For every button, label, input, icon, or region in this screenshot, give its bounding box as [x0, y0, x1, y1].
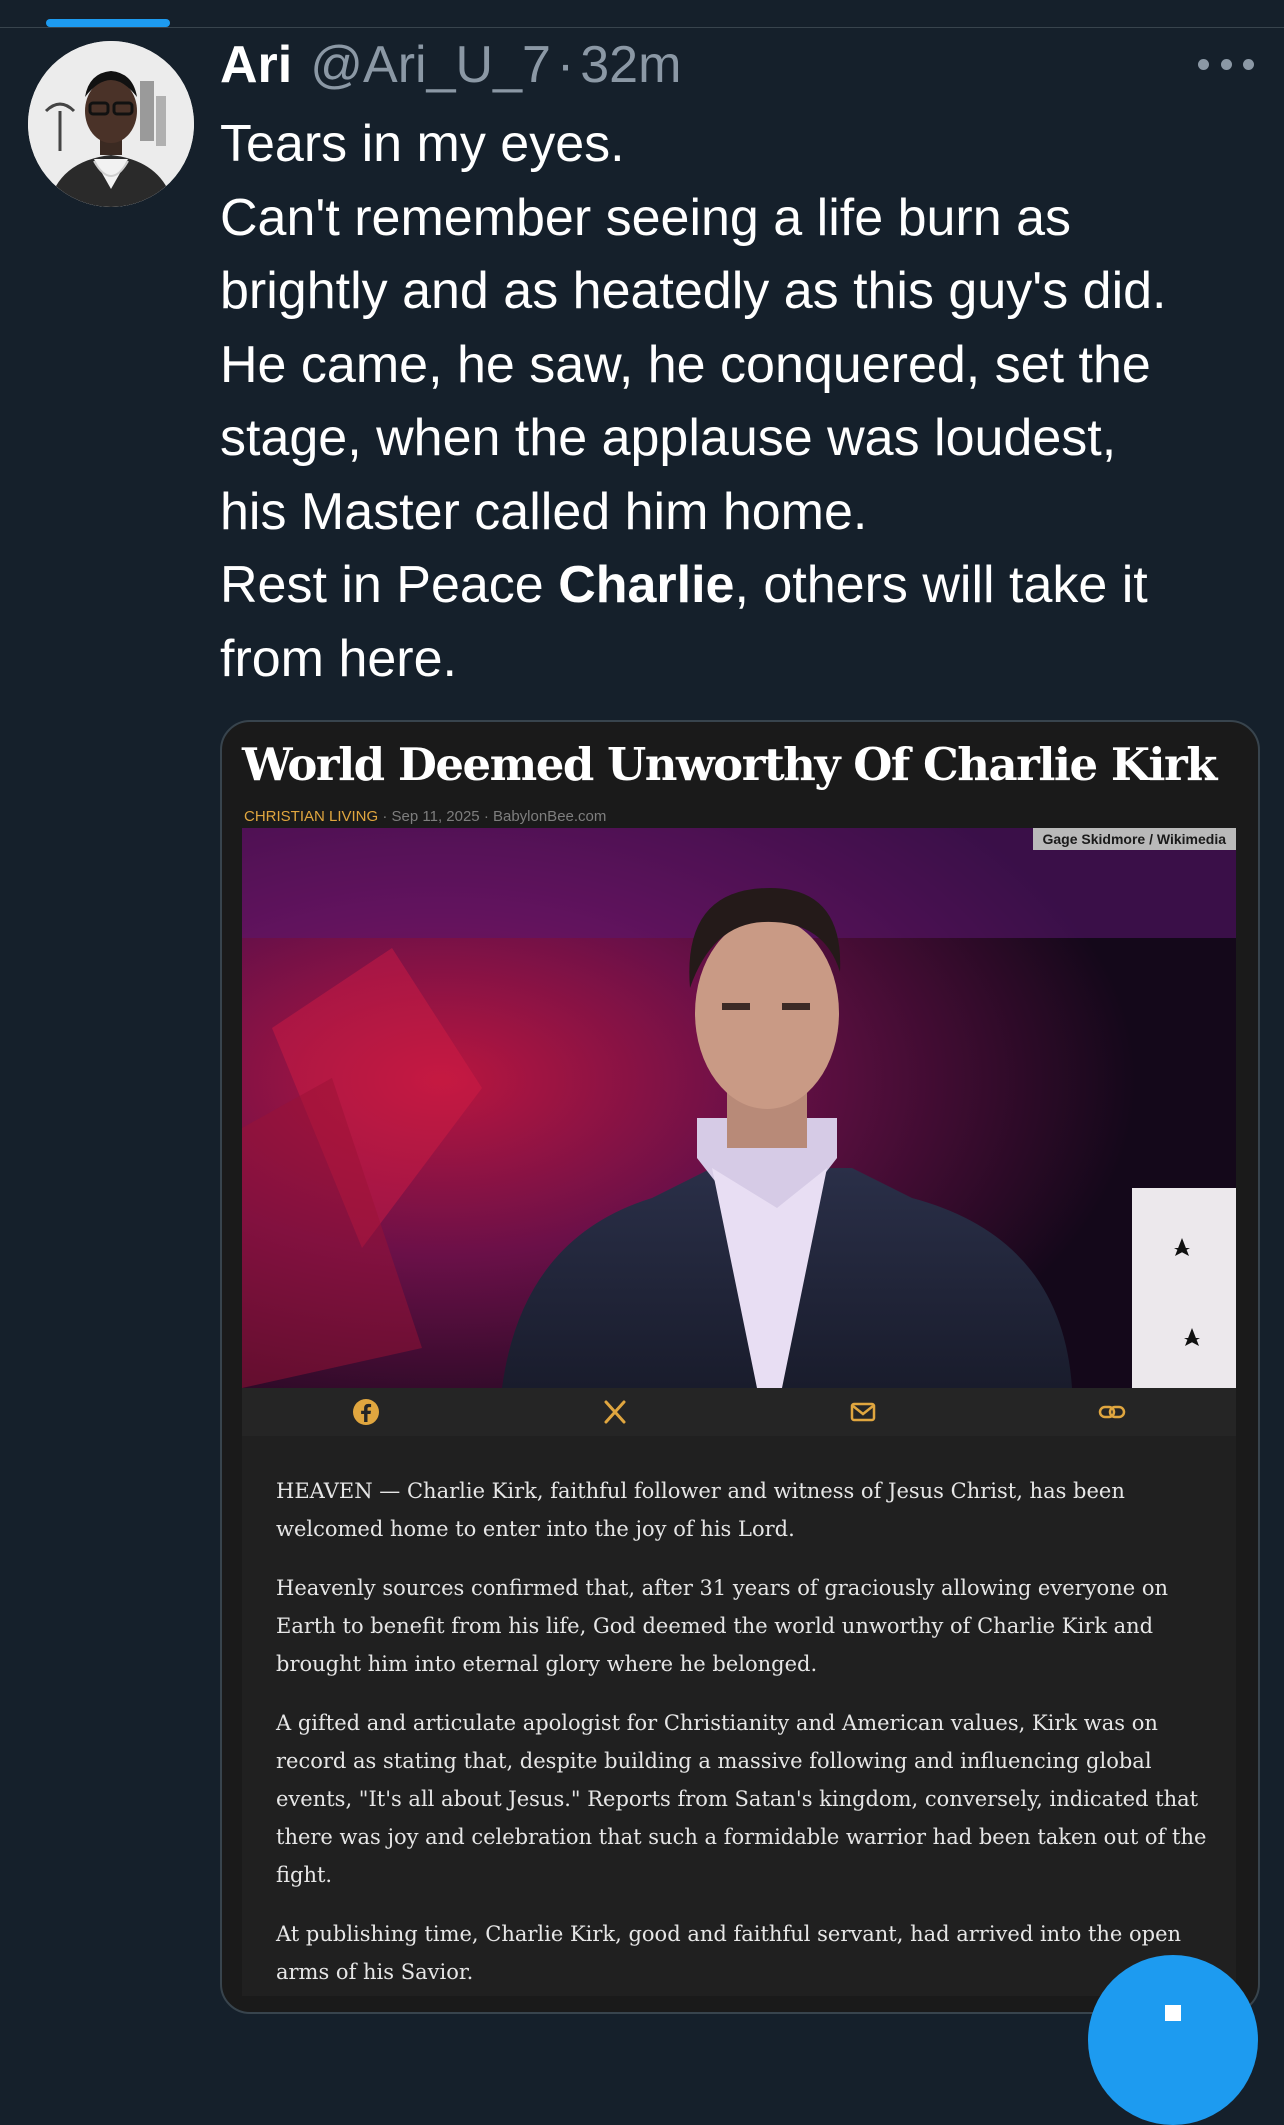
- article-photo: Gage Skidmore / Wikimedia: [242, 828, 1236, 1388]
- more-dot: [1198, 58, 1209, 70]
- article-headline: World Deemed Unworthy Of Charlie Kirk: [242, 738, 1217, 791]
- article-meta: CHRISTIAN LIVING · Sep 11, 2025 · Babylo…: [244, 808, 606, 825]
- article-line: brought him into eternal glory where he …: [276, 1652, 818, 1676]
- tweet-line: Tears in my eyes.: [220, 115, 625, 173]
- article-paragraph: Heavenly sources confirmed that, after 3…: [276, 1569, 1226, 1683]
- article-paragraph: HEAVEN — Charlie Kirk, faithful follower…: [276, 1472, 1226, 1548]
- article-line: At publishing time, Charlie Kirk, good a…: [276, 1922, 1182, 1946]
- tweet-line: from here.: [220, 629, 457, 688]
- article-line: fight.: [276, 1863, 333, 1887]
- article-paragraph: A gifted and articulate apologist for Ch…: [276, 1704, 1226, 1894]
- article-category: CHRISTIAN LIVING: [244, 808, 379, 825]
- speaker-photo-illustration: [242, 828, 1236, 1388]
- tweet-header: Ari @Ari_U_7 · 32m: [220, 30, 681, 100]
- article-line: A gifted and articulate apologist for Ch…: [276, 1711, 1158, 1735]
- article-body-panel: HEAVEN — Charlie Kirk, faithful follower…: [242, 1436, 1236, 1996]
- top-divider: [0, 27, 1284, 28]
- tweet-text-segment: Rest in Peace: [220, 556, 559, 614]
- share-bar: [242, 1388, 1236, 1436]
- facebook-icon: [353, 1399, 380, 1425]
- header-separator: ·: [556, 36, 575, 94]
- mail-icon: [851, 1402, 876, 1422]
- tweet-line: his Master called him home.: [220, 482, 868, 541]
- display-name[interactable]: Ari: [220, 35, 292, 95]
- tweet-line: Rest in Peace Charlie, others will take …: [220, 549, 1270, 623]
- link-icon: [1098, 1405, 1125, 1419]
- share-x-button[interactable]: [495, 1388, 735, 1436]
- article-paragraph: At publishing time, Charlie Kirk, good a…: [276, 1915, 1226, 1991]
- tweet-bold-name: Charlie: [558, 556, 735, 614]
- article-line: HEAVEN — Charlie Kirk, faithful follower…: [276, 1479, 1125, 1503]
- tweet-text: Tears in my eyes. Can't remember seeing …: [220, 108, 1270, 696]
- tweet-line: brightly and as heatedly as this guy's d…: [220, 262, 1167, 320]
- article-line: events, "It's all about Jesus." Reports …: [276, 1787, 1199, 1811]
- avatar-illustration: [28, 41, 194, 207]
- photo-credit: Gage Skidmore / Wikimedia: [1032, 828, 1236, 850]
- share-email-button[interactable]: [743, 1388, 983, 1436]
- x-icon: [604, 1400, 626, 1424]
- tweet-line: Can't remember seeing a life burn as: [220, 188, 1072, 247]
- article-date-source: · Sep 11, 2025 · BabylonBee.com: [378, 808, 607, 825]
- article-line: arms of his Savior.: [276, 1960, 474, 1984]
- article-line: there was joy and celebration that such …: [276, 1825, 1207, 1849]
- media-card[interactable]: World Deemed Unworthy Of Charlie Kirk CH…: [220, 720, 1260, 2014]
- avatar[interactable]: [28, 41, 194, 207]
- article-line: Heavenly sources confirmed that, after 3…: [276, 1576, 1168, 1600]
- more-dot: [1220, 58, 1232, 70]
- tweet-line: stage, when the applause was loudest,: [220, 409, 1117, 467]
- more-options-icon[interactable]: [1198, 48, 1254, 80]
- article-body: HEAVEN — Charlie Kirk, faithful follower…: [276, 1472, 1226, 2012]
- article-line: Earth to benefit from his life, God deem…: [276, 1614, 1154, 1638]
- tweet-timestamp[interactable]: 32m: [580, 35, 681, 95]
- user-handle[interactable]: @Ari_U_7: [310, 35, 551, 95]
- tweet-line: He came, he saw, he conquered, set the: [220, 335, 1151, 394]
- more-dot: [1243, 58, 1254, 70]
- copy-link-button[interactable]: [992, 1388, 1232, 1436]
- article-line: welcomed home to enter into the joy of h…: [276, 1517, 795, 1541]
- plus-icon: [1165, 2005, 1181, 2021]
- share-facebook-button[interactable]: [246, 1388, 486, 1436]
- active-tab-indicator: [46, 19, 170, 27]
- article-line: record as stating that, despite building…: [276, 1749, 1152, 1773]
- compose-tweet-button[interactable]: [1088, 1955, 1258, 2125]
- tweet-text-segment: , others will take it: [734, 556, 1148, 614]
